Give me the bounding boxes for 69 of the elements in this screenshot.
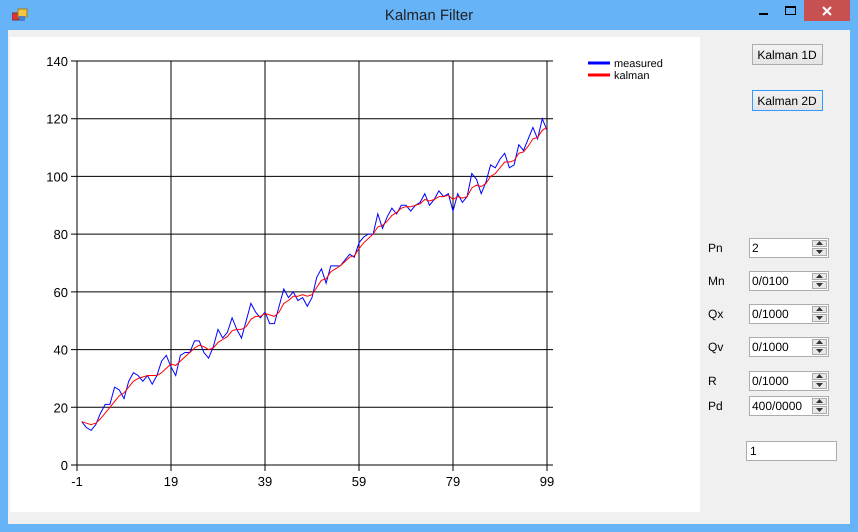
number-input[interactable]: 2	[750, 238, 812, 256]
y-tick-label: 40	[54, 342, 68, 358]
down-arrow-icon	[816, 316, 823, 320]
spin-down-button[interactable]	[812, 248, 827, 256]
result-field[interactable]: 1	[746, 441, 837, 461]
spin-up-button[interactable]	[812, 272, 827, 280]
spin-up-button[interactable]	[812, 398, 827, 405]
down-arrow-icon	[816, 382, 823, 387]
up-arrow-icon	[816, 340, 823, 344]
y-tick-label: 60	[54, 284, 68, 300]
y-tick-label: 140	[46, 54, 68, 69]
kalman-button[interactable]: Kalman 2D	[752, 90, 822, 111]
up-arrow-icon	[816, 399, 823, 404]
maximize-icon	[785, 6, 796, 16]
legend-label: kalman	[614, 70, 650, 82]
number-input[interactable]: 0/0100	[750, 272, 812, 290]
spin-box[interactable]: 0/1000	[749, 304, 829, 324]
x-tick-label: 99	[540, 474, 554, 489]
down-arrow-icon	[816, 348, 823, 353]
y-tick-label: 120	[46, 112, 68, 127]
number-input[interactable]: 400/0000	[750, 396, 812, 414]
close-button[interactable]	[804, 0, 850, 21]
spin-down-button[interactable]	[812, 281, 827, 288]
spin-box[interactable]: 0/1000	[749, 370, 829, 390]
spin-down-button[interactable]	[812, 347, 827, 354]
spin-box[interactable]: 2	[749, 238, 829, 258]
parameter-label: Mn	[708, 274, 726, 288]
y-tick-label: 80	[54, 227, 68, 242]
x-tick-label: 39	[258, 474, 272, 489]
x-tick-label: 19	[164, 474, 178, 489]
spin-down-button[interactable]	[812, 314, 827, 322]
number-input[interactable]: 0/1000	[750, 372, 812, 390]
spin-up-button[interactable]	[812, 372, 827, 380]
legend-label: measured	[614, 58, 663, 70]
up-arrow-icon	[816, 241, 823, 246]
x-tick-label: 59	[352, 474, 366, 489]
spin-down-button[interactable]	[812, 381, 827, 388]
parameter-label: R	[708, 374, 718, 388]
y-tick-label: 20	[54, 400, 68, 416]
up-arrow-icon	[816, 307, 823, 312]
window-title: Kalman Filter	[384, 7, 474, 24]
y-tick-label: 100	[46, 169, 68, 184]
up-arrow-icon	[816, 274, 823, 278]
y-tick-label: 0	[60, 458, 68, 473]
number-input[interactable]: 0/1000	[750, 338, 812, 356]
number-input[interactable]: 0/1000	[750, 304, 812, 322]
legend-line	[588, 62, 610, 64]
spin-up-button[interactable]	[812, 240, 827, 247]
spin-box[interactable]: 0/1000	[749, 336, 829, 356]
kalman-button[interactable]: Kalman 1D	[752, 44, 822, 65]
down-arrow-icon	[816, 250, 823, 254]
spin-up-button[interactable]	[812, 306, 827, 313]
down-arrow-icon	[816, 408, 823, 412]
down-arrow-icon	[816, 282, 823, 287]
app-icon	[12, 8, 28, 22]
minimize-icon	[759, 12, 768, 14]
parameter-label: Pd	[708, 398, 724, 412]
close-icon	[822, 6, 832, 16]
x-tick-label: 79	[446, 474, 460, 489]
parameter-label: Qv	[708, 340, 724, 354]
x-tick-label: -1	[71, 474, 83, 489]
spin-down-button[interactable]	[812, 406, 827, 414]
legend-line	[588, 74, 610, 76]
spin-box[interactable]: 400/0000	[749, 396, 829, 416]
spin-box[interactable]: 0/0100	[749, 270, 829, 290]
up-arrow-icon	[816, 374, 823, 378]
parameter-label: Pn	[708, 240, 724, 254]
parameter-label: Qx	[708, 306, 724, 320]
spin-up-button[interactable]	[812, 338, 827, 346]
